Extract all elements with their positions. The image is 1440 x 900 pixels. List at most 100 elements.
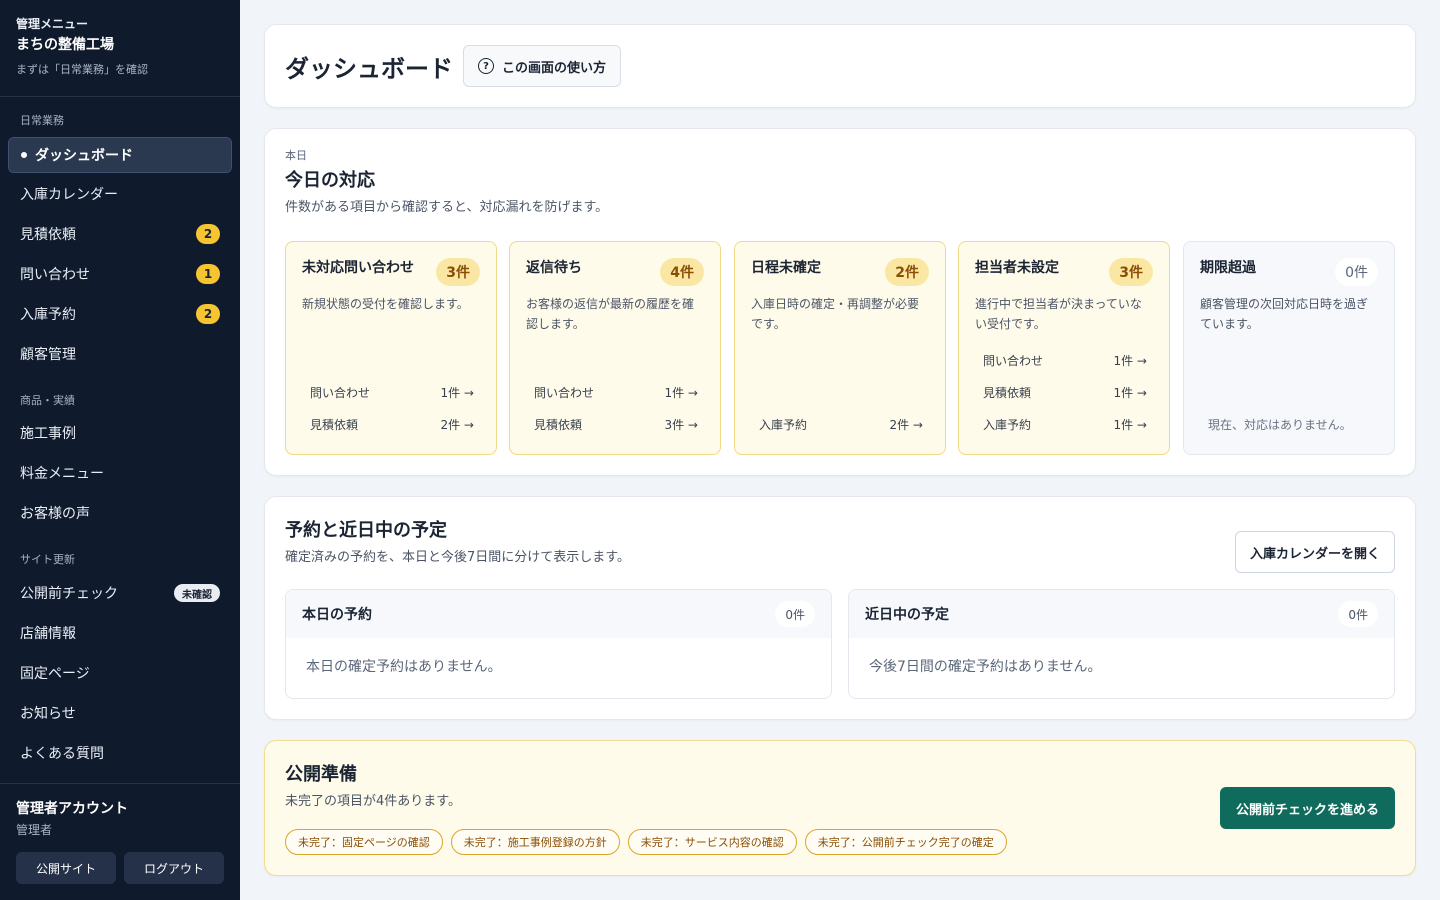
tile-link-label: 見積依頼 xyxy=(310,417,359,432)
incomplete-chip[interactable]: 未完了：サービス内容の確認 xyxy=(627,829,797,855)
tile-link-label: 見積依頼 xyxy=(983,385,1032,400)
account-panel: 管理者アカウント 管理者 公開サイト ログアウト xyxy=(0,783,240,900)
sidebar-item-calendar[interactable]: 入庫カレンダー xyxy=(8,176,232,212)
sidebar-item-news[interactable]: お知らせ xyxy=(8,695,232,731)
nav-section-daily: 日常業務 xyxy=(0,112,240,130)
sidebar-item-label: お知らせ xyxy=(20,706,76,722)
help-button-label: この画面の使い方 xyxy=(502,60,607,76)
sidebar-item-label: 入庫カレンダー xyxy=(20,187,118,203)
prep-title: 公開準備 xyxy=(285,764,357,785)
page-title: ダッシュボード xyxy=(285,54,453,83)
sidebar-item-prepublish[interactable]: 公開前チェック 未確認 xyxy=(8,575,232,611)
panel-title: 本日の予約 xyxy=(302,607,372,623)
tile-link-label: 問い合わせ xyxy=(310,385,371,400)
incomplete-chip[interactable]: 未完了：施工事例登録の方針 xyxy=(450,829,620,855)
tile-unhandled-inquiries: 未対応問い合わせ 3件 新規状態の受付を確認します。 問い合わせ 1件 → 見積… xyxy=(285,241,497,455)
sidebar-item-label: 見積依頼 xyxy=(20,227,76,243)
sidebar-item-cases[interactable]: 施工事例 xyxy=(8,415,232,451)
tile-link-label: 問い合わせ xyxy=(534,385,595,400)
tile-desc: 新規状態の受付を確認します。 xyxy=(302,297,469,311)
tile-link-label: 見積依頼 xyxy=(534,417,583,432)
open-calendar-button[interactable]: 入庫カレンダーを開く xyxy=(1234,531,1395,573)
account-role: 管理者 xyxy=(16,823,53,837)
nav-heading-site: サイト更新 xyxy=(20,553,75,566)
tile-link-value: 2件 → xyxy=(889,417,923,432)
account-name: 管理者アカウント xyxy=(16,801,128,817)
incomplete-chips: 未完了：固定ページの確認 未完了：施工事例登録の方針 未完了：サービス内容の確認… xyxy=(285,829,1007,855)
panel-count-badge: 0件 xyxy=(1338,601,1378,627)
tile-count-badge: 3件 xyxy=(436,258,480,286)
today-title: 今日の対応 xyxy=(285,170,375,191)
sidebar-item-estimates[interactable]: 見積依頼 2 xyxy=(8,216,232,252)
sidebar-item-label: 公開前チェック xyxy=(20,586,118,602)
tile-link-value: 2件 → xyxy=(440,417,474,432)
tile-link[interactable]: 問い合わせ 1件 → xyxy=(294,378,490,406)
sidebar-item-faq[interactable]: よくある質問 xyxy=(8,735,232,771)
page-header: ダッシュボード ? この画面の使い方 xyxy=(264,24,1416,108)
menu-hint: まずは「日常業務」を確認 xyxy=(16,63,148,76)
count-badge: 2 xyxy=(196,304,220,324)
sidebar-item-label: 店舗情報 xyxy=(20,626,76,642)
logout-button[interactable]: ログアウト xyxy=(124,852,224,884)
today-desc: 件数がある項目から確認すると、対応漏れを防げます。 xyxy=(285,200,609,215)
schedule-desc: 確定済みの予約を、本日と今後7日間に分けて表示します。 xyxy=(285,550,630,565)
tile-desc: 顧客管理の次回対応日時を過ぎています。 xyxy=(1200,297,1369,331)
schedule-card: 予約と近日中の予定 確定済みの予約を、本日と今後7日間に分けて表示します。 入庫… xyxy=(264,496,1416,720)
sidebar-item-shop-info[interactable]: 店舗情報 xyxy=(8,615,232,651)
sidebar: 管理メニュー まちの整備工場 まずは「日常業務」を確認 日常業務 ダッシュボード… xyxy=(0,0,240,900)
tile-link[interactable]: 問い合わせ 1件 → xyxy=(518,378,714,406)
tile-overdue: 期限超過 0件 顧客管理の次回対応日時を過ぎています。 現在、対応はありません。 xyxy=(1183,241,1395,455)
tile-link-value: 1件 → xyxy=(1113,417,1147,432)
sidebar-item-inquiries[interactable]: 問い合わせ 1 xyxy=(8,256,232,292)
tile-link[interactable]: 入庫予約 2件 → xyxy=(743,410,939,438)
sidebar-item-label: ダッシュボード xyxy=(35,148,133,164)
sidebar-item-label: よくある質問 xyxy=(20,746,104,762)
tile-awaiting-reply: 返信待ち 4件 お客様の返信が最新の履歴を確認します。 問い合わせ 1件 → 見… xyxy=(509,241,721,455)
tile-link[interactable]: 問い合わせ 1件 → xyxy=(967,346,1163,374)
sidebar-item-pricing[interactable]: 料金メニュー xyxy=(8,455,232,491)
schedule-title: 予約と近日中の予定 xyxy=(285,520,447,541)
sidebar-item-customers[interactable]: 顧客管理 xyxy=(8,336,232,372)
panel-count-badge: 0件 xyxy=(775,601,815,627)
sidebar-item-pages[interactable]: 固定ページ xyxy=(8,655,232,691)
tile-count-badge: 4件 xyxy=(660,258,704,286)
menu-eyebrow: 管理メニュー xyxy=(16,17,89,31)
tile-link-value: 1件 → xyxy=(440,385,474,400)
today-card: 本日 今日の対応 件数がある項目から確認すると、対応漏れを防げます。 未対応問い… xyxy=(264,128,1416,476)
sidebar-item-dashboard[interactable]: ダッシュボード xyxy=(8,137,232,173)
tile-link-value: 1件 → xyxy=(1113,385,1147,400)
tile-desc: 入庫日時の確定・再調整が必要です。 xyxy=(751,297,920,331)
sidebar-item-testimonials[interactable]: お客様の声 xyxy=(8,495,232,531)
nav-section-site: サイト更新 xyxy=(0,551,240,569)
tile-link[interactable]: 見積依頼 2件 → xyxy=(294,410,490,438)
nav-section-products: 商品・実績 xyxy=(0,392,240,410)
shop-name: まちの整備工場 xyxy=(16,37,114,53)
publish-prep-card: 公開準備 未完了の項目が4件あります。 公開前チェックを進める 未完了：固定ペー… xyxy=(264,740,1416,876)
incomplete-chip[interactable]: 未完了：公開前チェック完了の確定 xyxy=(804,829,1007,855)
sidebar-item-label: 料金メニュー xyxy=(20,466,104,482)
sidebar-item-reservations[interactable]: 入庫予約 2 xyxy=(8,296,232,332)
tile-count-badge: 0件 xyxy=(1335,258,1378,286)
incomplete-chip[interactable]: 未完了：固定ページの確認 xyxy=(285,829,443,855)
tile-link-value: 1件 → xyxy=(1113,353,1147,368)
tile-link-value: 1件 → xyxy=(664,385,698,400)
question-circle-icon: ? xyxy=(478,58,494,74)
upcoming-panel: 近日中の予定 0件 今後7日間の確定予約はありません。 xyxy=(848,589,1395,699)
active-dot-icon xyxy=(21,152,27,158)
tile-link-label: 問い合わせ xyxy=(983,353,1044,368)
help-button[interactable]: ? この画面の使い方 xyxy=(463,45,622,87)
tile-count-badge: 2件 xyxy=(885,258,929,286)
sidebar-item-label: お客様の声 xyxy=(20,506,90,522)
count-badge: 2 xyxy=(196,224,220,244)
tile-link[interactable]: 見積依頼 3件 → xyxy=(518,410,714,438)
tile-link[interactable]: 入庫予約 1件 → xyxy=(967,410,1163,438)
nav-heading-products: 商品・実績 xyxy=(20,394,75,407)
tile-desc: お客様の返信が最新の履歴を確認します。 xyxy=(526,297,695,331)
nav-heading-daily: 日常業務 xyxy=(20,114,64,127)
sidebar-item-label: 固定ページ xyxy=(20,666,90,682)
proceed-prepublish-button[interactable]: 公開前チェックを進める xyxy=(1219,787,1395,829)
sidebar-item-label: 入庫予約 xyxy=(20,307,76,323)
public-site-button[interactable]: 公開サイト xyxy=(16,852,116,884)
tile-link[interactable]: 見積依頼 1件 → xyxy=(967,378,1163,406)
tile-link-label: 入庫予約 xyxy=(983,417,1032,432)
